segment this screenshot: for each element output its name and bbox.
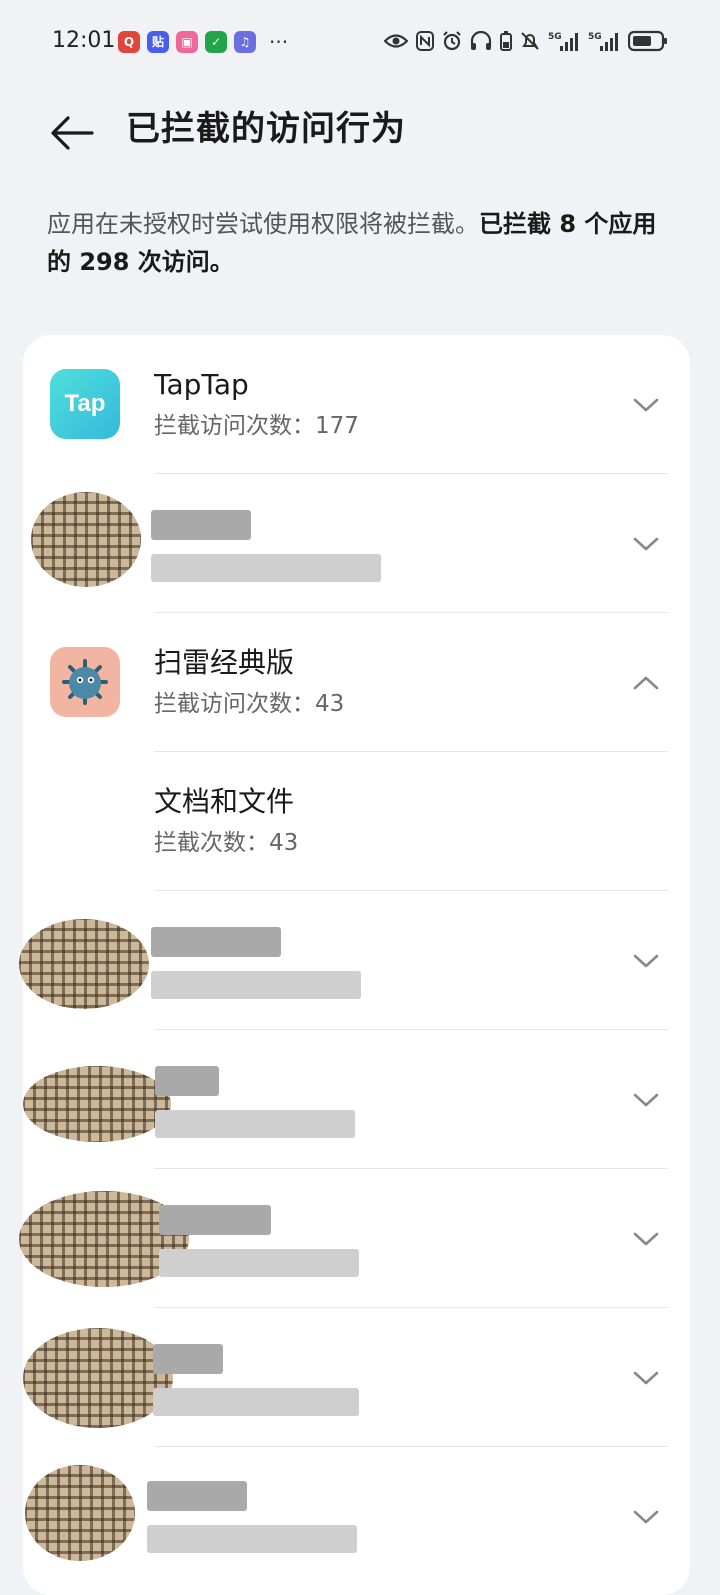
notification-icons: Q 贴 ▣ ✓ ♫ ···	[118, 31, 288, 53]
chevron-up-icon	[633, 676, 659, 690]
shield-app-icon: ✓	[205, 31, 227, 53]
redacted-app-icon	[23, 1328, 173, 1428]
chevron-down-icon	[633, 398, 659, 412]
redacted-block-count	[153, 1388, 359, 1416]
app-row-taptap[interactable]: Tap TapTap 拦截访问次数：177	[23, 335, 690, 474]
redacted-app-name	[151, 927, 281, 957]
app-name: TapTap	[154, 368, 249, 401]
redacted-block-count	[159, 1249, 359, 1277]
redacted-app-icon	[23, 1066, 171, 1142]
alarm-icon	[442, 30, 462, 52]
redacted-app-name	[153, 1344, 223, 1374]
chevron-down-icon	[633, 954, 659, 968]
chevron-down-icon	[633, 1510, 659, 1524]
app-row-redacted-3[interactable]	[23, 1030, 690, 1169]
back-button[interactable]	[44, 105, 100, 161]
summary-text: 应用在未授权时尝试使用权限将被拦截。	[47, 210, 479, 238]
eye-icon	[384, 30, 408, 52]
search-app-icon: Q	[118, 31, 140, 53]
redacted-app-name	[159, 1205, 271, 1235]
block-count: 拦截访问次数：43	[154, 691, 345, 717]
app-row-minesweeper[interactable]: 扫雷经典版 拦截访问次数：43	[23, 613, 690, 752]
chevron-down-icon	[633, 1232, 659, 1246]
app-row-redacted-4[interactable]	[19, 1169, 690, 1308]
svg-text:5G: 5G	[588, 32, 602, 42]
bilibili-app-icon: ▣	[176, 31, 198, 53]
battery-icon	[628, 30, 668, 52]
app-row-redacted-1[interactable]	[23, 474, 690, 613]
redacted-block-count	[151, 554, 381, 582]
tieba-app-icon: 贴	[147, 31, 169, 53]
redacted-block-count	[147, 1525, 357, 1553]
redacted-app-icon	[25, 1465, 135, 1561]
app-header: 已拦截的访问行为	[0, 95, 720, 165]
app-name: 扫雷经典版	[154, 646, 295, 679]
redacted-block-count	[155, 1110, 355, 1138]
blocked-summary: 应用在未授权时尝试使用权限将被拦截。已拦截 8 个应用的 298 次访问。	[47, 205, 677, 281]
app-row-redacted-6[interactable]	[23, 1447, 690, 1586]
music-app-icon: ♫	[234, 31, 256, 53]
block-count: 拦截访问次数：177	[154, 413, 359, 439]
page-title: 已拦截的访问行为	[126, 109, 406, 149]
headphones-icon	[470, 30, 492, 52]
redacted-app-icon	[31, 492, 141, 587]
arrow-left-icon	[51, 116, 94, 150]
redacted-app-name	[155, 1066, 219, 1096]
mute-bell-icon	[520, 30, 540, 52]
redacted-app-name	[151, 510, 251, 540]
chevron-down-icon	[633, 1093, 659, 1107]
taptap-icon-text: Tap	[64, 390, 106, 417]
svg-text:5G: 5G	[548, 32, 562, 42]
redacted-app-icon	[19, 919, 149, 1009]
signal-5g-icon-1: 5G	[548, 30, 580, 52]
more-notifications-icon: ···	[269, 30, 289, 54]
minesweeper-app-icon	[50, 647, 120, 717]
blocked-apps-card: Tap TapTap 拦截访问次数：177 扫雷经典版 拦截访问次数：43 文档…	[19, 335, 690, 1595]
nfc-icon	[416, 30, 434, 52]
mine-icon	[62, 659, 108, 705]
permission-row-documents: 文档和文件 拦截次数：43	[23, 752, 690, 891]
app-row-redacted-5[interactable]	[23, 1308, 690, 1447]
status-time: 12:01	[52, 28, 116, 53]
chevron-down-icon	[633, 537, 659, 551]
permission-block-count: 拦截次数：43	[154, 830, 299, 856]
chevron-down-icon	[633, 1371, 659, 1385]
device-battery-icon	[500, 30, 512, 52]
redacted-app-name	[147, 1481, 247, 1511]
signal-5g-icon-2: 5G	[588, 30, 620, 52]
taptap-app-icon: Tap	[50, 369, 120, 439]
system-icons: 5G 5G	[384, 30, 668, 52]
app-row-redacted-2[interactable]	[19, 891, 690, 1030]
redacted-block-count	[151, 971, 361, 999]
permission-name: 文档和文件	[154, 785, 295, 818]
status-bar: 12:01 Q 贴 ▣ ✓ ♫ ··· 5G 5G	[0, 0, 720, 86]
